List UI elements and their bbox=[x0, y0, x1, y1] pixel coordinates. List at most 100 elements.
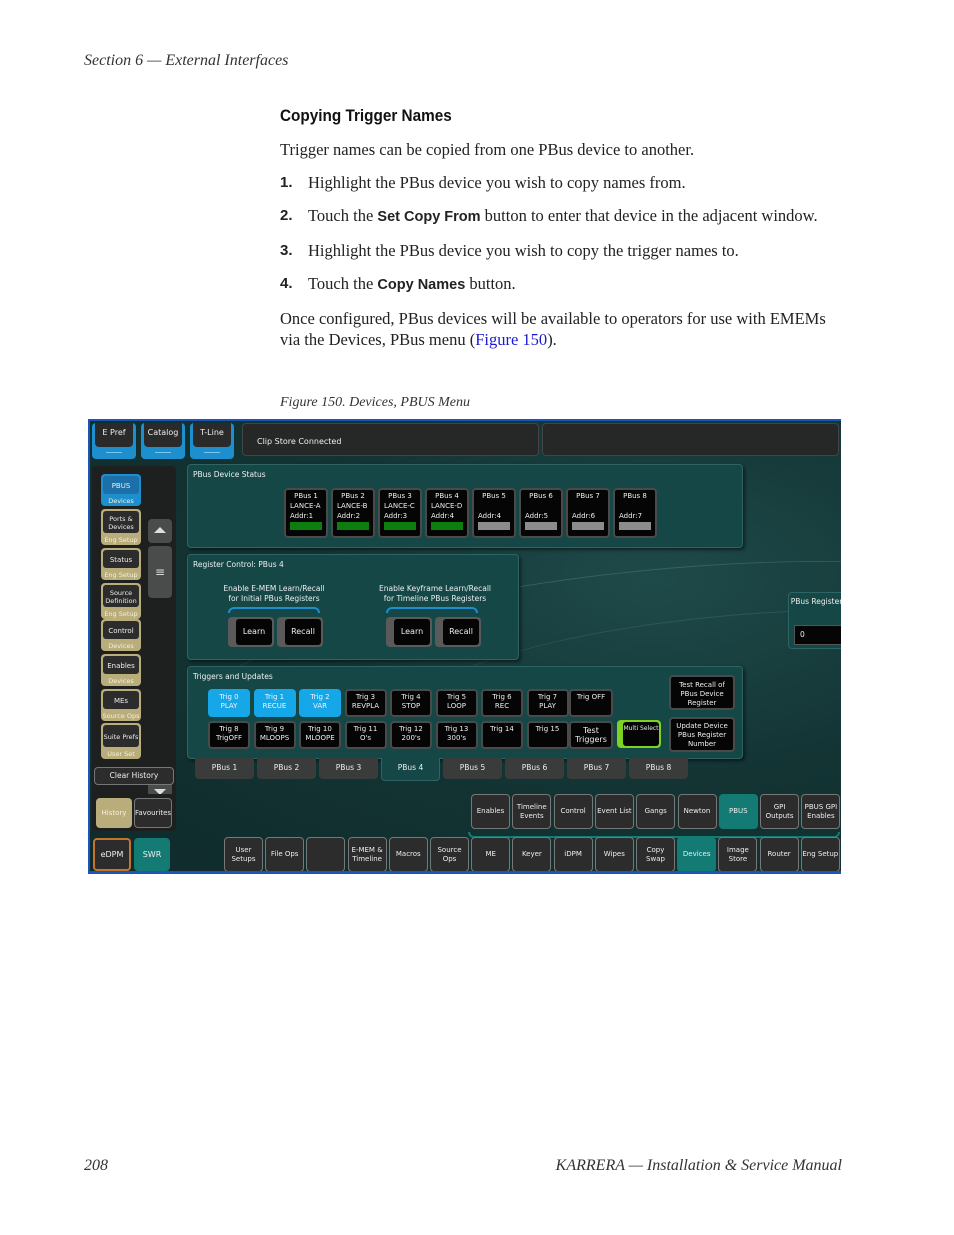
sidebar-item-pbus[interactable]: PBUS Devices bbox=[101, 474, 141, 506]
menu-user-setups[interactable]: User Setups bbox=[224, 837, 263, 871]
submenu-gpi-outputs[interactable]: GPI Outputs bbox=[760, 794, 800, 829]
menu-idpm[interactable]: iDPM bbox=[553, 837, 593, 871]
submenu-enables[interactable]: Enables bbox=[471, 794, 510, 829]
tab-pbus-5[interactable]: PBus 5 bbox=[443, 758, 502, 779]
tab-pbus-8[interactable]: PBus 8 bbox=[629, 758, 688, 779]
step-text: Touch the Copy Names button. bbox=[308, 273, 516, 296]
tab-pbus-7[interactable]: PBus 7 bbox=[567, 758, 626, 779]
top-button-catalog[interactable]: Catalog bbox=[141, 423, 185, 459]
submenu-pbus-gpi-enables[interactable]: PBUS GPI Enables bbox=[801, 794, 841, 829]
history-button[interactable]: History bbox=[96, 798, 132, 828]
status-offline-indicator bbox=[619, 522, 651, 530]
tab-pbus-2[interactable]: PBus 2 bbox=[257, 758, 316, 779]
menu-wipes[interactable]: Wipes bbox=[594, 837, 634, 871]
submenu-event-list[interactable]: Event List bbox=[594, 794, 634, 829]
keyframe-recall-button[interactable]: Recall bbox=[435, 617, 481, 647]
trigger-number: Trig 1 bbox=[264, 693, 285, 701]
menu-empty-slot[interactable] bbox=[306, 837, 346, 871]
step-keyword: Set Copy From bbox=[377, 209, 481, 225]
trigger-button[interactable]: Trig 15 bbox=[526, 721, 569, 749]
trigger-button[interactable]: Trig 3 REVPLA bbox=[344, 689, 387, 717]
pbus-device-card[interactable]: PBus 3 LANCE-C Addr:3 bbox=[378, 488, 422, 538]
menu-devices[interactable]: Devices bbox=[677, 837, 717, 871]
keyframe-learn-button[interactable]: Learn bbox=[386, 617, 432, 647]
menu-copy-swap[interactable]: Copy Swap bbox=[636, 837, 675, 871]
emem-group-brace bbox=[228, 607, 320, 613]
tab-pbus-4[interactable]: PBus 4 bbox=[381, 758, 440, 781]
clear-history-button[interactable]: Clear History bbox=[94, 767, 174, 785]
step-number: 1. bbox=[280, 174, 293, 191]
sidebar-item-source-definition[interactable]: Source Definition Eng Setup bbox=[101, 583, 141, 619]
submenu-pbus[interactable]: PBUS bbox=[718, 794, 758, 829]
scroll-up-icon[interactable] bbox=[148, 519, 172, 543]
status-online-indicator bbox=[337, 522, 369, 530]
sidebar-item-label: MEs bbox=[103, 691, 139, 709]
tab-pbus-6[interactable]: PBus 6 bbox=[505, 758, 564, 779]
step-item: 3. Highlight the PBus device you wish to … bbox=[280, 240, 845, 261]
submenu-newton[interactable]: Newton bbox=[677, 794, 717, 829]
trigger-button[interactable]: Trig 12 200's bbox=[390, 721, 432, 749]
menu-me[interactable]: ME bbox=[471, 837, 511, 871]
sidebar-item-ports-devices[interactable]: Ports & Devices Eng Setup bbox=[101, 509, 141, 545]
trigger-button[interactable]: Trig 13 300's bbox=[435, 721, 478, 749]
emem-recall-button[interactable]: Recall bbox=[277, 617, 323, 647]
trigger-button[interactable]: Trig 9 MLOOPS bbox=[253, 721, 296, 749]
trigger-button[interactable]: Trig 4 STOP bbox=[390, 689, 432, 717]
sidebar-item-mes[interactable]: MEs Source Ops bbox=[101, 689, 141, 721]
test-triggers-button[interactable]: Test Triggers bbox=[569, 721, 613, 749]
sidebar-item-enables[interactable]: Enables Devices bbox=[101, 654, 141, 686]
trigger-button[interactable]: Trig 6 REC bbox=[481, 689, 523, 717]
trigger-button[interactable]: Trig 5 LOOP bbox=[435, 689, 478, 717]
menu-e-mem-timeline[interactable]: E-MEM & Timeline bbox=[347, 837, 387, 871]
test-recall-button[interactable]: Test Recall of PBus Device Register bbox=[669, 675, 735, 710]
menu-keyer[interactable]: Keyer bbox=[512, 837, 552, 871]
pbus-device-card[interactable]: PBus 5 Addr:4 bbox=[472, 488, 516, 538]
edpm-button[interactable]: eDPM bbox=[93, 838, 131, 871]
trigger-button[interactable]: Trig 11 O's bbox=[344, 721, 387, 749]
sidebar-item-status[interactable]: Status Eng Setup bbox=[101, 548, 141, 580]
menu-eng-setup[interactable]: Eng Setup bbox=[800, 837, 840, 871]
menu-source-ops[interactable]: Source Ops bbox=[430, 837, 469, 871]
menu-file-ops[interactable]: File Ops bbox=[265, 837, 305, 871]
tab-pbus-1[interactable]: PBus 1 bbox=[195, 758, 254, 779]
multi-select-toggle[interactable]: Multi Select bbox=[617, 720, 661, 748]
trigger-button[interactable]: Trig 2 VAR bbox=[299, 689, 341, 717]
trigger-button[interactable]: Trig 7 PLAY bbox=[526, 689, 569, 717]
menu-image-store[interactable]: Image Store bbox=[718, 837, 758, 871]
trigger-name: PLAY bbox=[539, 702, 556, 710]
pbus-device-card[interactable]: PBus 4 LANCE-D Addr:4 bbox=[425, 488, 469, 538]
trigger-name: REVPLA bbox=[351, 702, 380, 710]
status-text: Clip Store Connected bbox=[257, 437, 342, 446]
pbus-device-card[interactable]: PBus 2 LANCE-B Addr:2 bbox=[331, 488, 375, 538]
trigger-button[interactable]: Trig 1 RECUE bbox=[253, 689, 296, 717]
update-device-register-button[interactable]: Update Device PBus Register Number bbox=[669, 717, 735, 752]
trig-off-button[interactable]: Trig OFF bbox=[569, 689, 613, 717]
pbus-register-input[interactable]: 0 bbox=[794, 625, 841, 645]
pbus-device-card[interactable]: PBus 8 Addr:7 bbox=[613, 488, 657, 538]
submenu-timeline-events[interactable]: Timeline Events bbox=[512, 794, 552, 829]
sidebar-item-suite-prefs[interactable]: Suite Prefs User Set bbox=[101, 723, 141, 759]
submenu-gangs[interactable]: Gangs bbox=[636, 794, 676, 829]
top-button-e-pref[interactable]: E Pref bbox=[92, 423, 136, 459]
trigger-button[interactable]: Trig 8 TrigOFF bbox=[208, 721, 250, 749]
trigger-button[interactable]: Trig 0 PLAY bbox=[208, 689, 250, 717]
emem-learn-button[interactable]: Learn bbox=[228, 617, 274, 647]
sidebar-item-label: Control bbox=[103, 621, 139, 639]
menu-router[interactable]: Router bbox=[759, 837, 799, 871]
scroll-thumb-handle[interactable]: ≡ bbox=[148, 546, 172, 598]
device-label: LANCE-D bbox=[431, 502, 463, 510]
pbus-device-card[interactable]: PBus 7 Addr:6 bbox=[566, 488, 610, 538]
menu-macros[interactable]: Macros bbox=[388, 837, 428, 871]
figure-link[interactable]: Figure 150 bbox=[475, 330, 547, 349]
submenu-control[interactable]: Control bbox=[553, 794, 593, 829]
top-button-t-line[interactable]: T-Line bbox=[190, 423, 234, 459]
pbus-device-card[interactable]: PBus 1 LANCE-A Addr:1 bbox=[284, 488, 328, 538]
trigger-button[interactable]: Trig 14 bbox=[481, 721, 523, 749]
tab-pbus-3[interactable]: PBus 3 bbox=[319, 758, 378, 779]
swr-button[interactable]: SWR bbox=[134, 838, 170, 871]
sidebar-item-control[interactable]: Control Devices bbox=[101, 619, 141, 651]
sidebar-scrollbar[interactable]: ≡ bbox=[148, 519, 172, 804]
trigger-button[interactable]: Trig 10 MLOOPE bbox=[299, 721, 341, 749]
favourites-button[interactable]: Favourites bbox=[134, 798, 172, 828]
pbus-device-card[interactable]: PBus 6 Addr:5 bbox=[519, 488, 563, 538]
